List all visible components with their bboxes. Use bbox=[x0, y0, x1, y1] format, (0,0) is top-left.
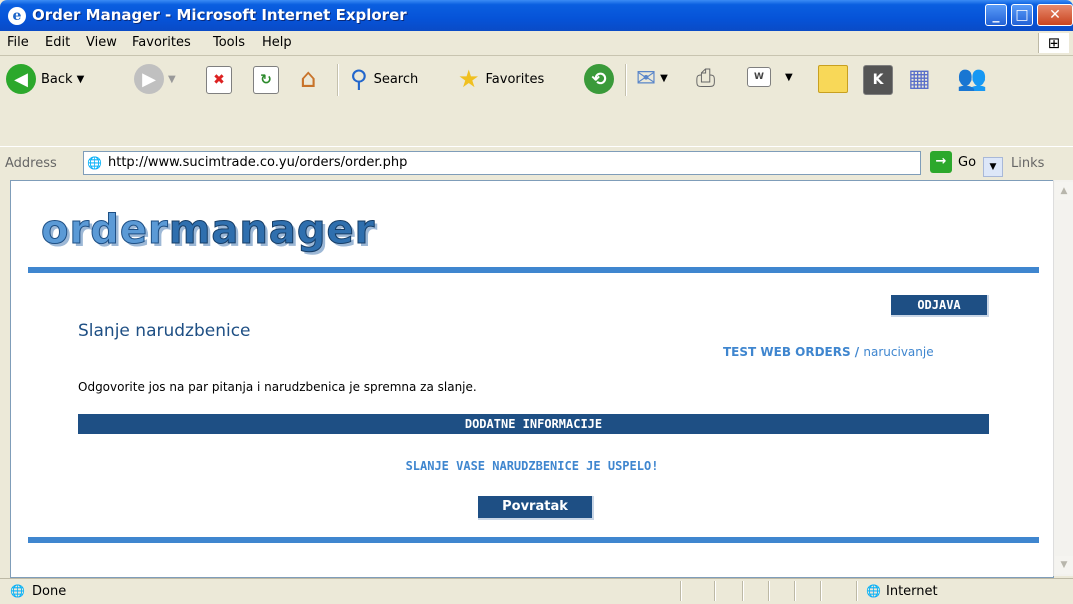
home-button[interactable]: ⌂ bbox=[300, 64, 317, 94]
address-input[interactable]: 🌐 http://www.sucimtrade.co.yu/orders/ord… bbox=[83, 151, 1003, 177]
users-button[interactable]: 👥 bbox=[957, 64, 987, 92]
printer-icon: ⎙ bbox=[696, 64, 716, 92]
k-icon: K bbox=[863, 65, 893, 95]
scroll-down-icon[interactable]: ▼ bbox=[1055, 556, 1073, 574]
stop-button[interactable]: ✖ bbox=[206, 66, 232, 94]
breadcrumb-main[interactable]: TEST WEB ORDERS / bbox=[723, 345, 859, 359]
links-button[interactable]: Links bbox=[1011, 156, 1044, 171]
history-icon: ⟲ bbox=[584, 64, 614, 94]
instruction-text: Odgovorite jos na par pitanja i narudzbe… bbox=[78, 380, 477, 394]
window-title: Order Manager - Microsoft Internet Explo… bbox=[32, 6, 407, 24]
history-button[interactable]: ⟲ bbox=[584, 64, 614, 94]
scroll-up-icon[interactable]: ▲ bbox=[1055, 182, 1073, 200]
go-button[interactable]: → Go bbox=[930, 151, 976, 173]
forward-arrow-icon: ▶ bbox=[134, 64, 164, 94]
breadcrumb-sub: narucivanje bbox=[863, 345, 934, 359]
menu-bar: File Edit View Favorites Tools Help ⊞ bbox=[0, 31, 1073, 56]
research-button[interactable]: ▦ bbox=[908, 64, 931, 92]
star-icon: ★ bbox=[458, 65, 480, 93]
home-icon: ⌂ bbox=[300, 64, 317, 94]
bottom-divider bbox=[28, 537, 1039, 543]
edit-button[interactable]: W ▼ bbox=[747, 67, 793, 87]
forward-button[interactable]: ▶ ▼ bbox=[134, 64, 176, 94]
discuss-button[interactable] bbox=[818, 65, 848, 93]
page-title: Slanje narudzbenice bbox=[78, 321, 251, 341]
messenger-button[interactable]: K bbox=[863, 65, 893, 95]
ordermanager-logo: ordermanager bbox=[41, 207, 376, 254]
search-icon: ⚲ bbox=[350, 65, 368, 93]
refresh-icon: ↻ bbox=[253, 66, 279, 94]
go-arrow-icon: → bbox=[930, 151, 952, 173]
address-bar: Address 🌐 http://www.sucimtrade.co.yu/or… bbox=[0, 146, 1073, 179]
mail-button[interactable]: ✉ ▼ bbox=[636, 64, 668, 92]
refresh-button[interactable]: ↻ bbox=[253, 66, 279, 94]
status-text: Done bbox=[32, 584, 67, 599]
section-header: DODATNE INFORMACIJE bbox=[78, 414, 989, 434]
users-icon: 👥 bbox=[957, 64, 987, 92]
favorites-button[interactable]: ★ Favorites bbox=[458, 65, 544, 93]
print-button[interactable]: ⎙ bbox=[696, 64, 715, 92]
chevron-down-icon: ▼ bbox=[785, 71, 793, 83]
go-label: Go bbox=[958, 154, 977, 170]
breadcrumb: TEST WEB ORDERS / narucivanje bbox=[723, 345, 934, 359]
page-viewport: ordermanager ODJAVA Slanje narudzbenice … bbox=[10, 180, 1054, 578]
chevron-down-icon: ▼ bbox=[76, 73, 85, 85]
back-link-button[interactable]: Povratak bbox=[478, 496, 594, 520]
back-label: Back bbox=[41, 71, 73, 87]
vertical-scrollbar[interactable]: ▲ ▼ bbox=[1053, 180, 1073, 576]
ie-icon: e bbox=[8, 7, 26, 25]
top-divider bbox=[28, 267, 1039, 273]
back-arrow-icon: ◀ bbox=[6, 64, 36, 94]
close-button[interactable]: ✕ bbox=[1037, 4, 1073, 26]
toolbar: ◀ Back ▼ ▶ ▼ ✖ ↻ ⌂ ⚲ Search ★ Favorites … bbox=[0, 56, 1073, 146]
windows-logo-icon: ⊞ bbox=[1038, 33, 1069, 53]
page-icon: 🌐 bbox=[10, 584, 25, 598]
title-bar: e Order Manager - Microsoft Internet Exp… bbox=[0, 0, 1073, 31]
chevron-down-icon: ▼ bbox=[660, 72, 668, 84]
status-bar: 🌐 Done 🌐 Internet bbox=[0, 578, 1073, 604]
address-label: Address bbox=[5, 156, 57, 171]
back-button[interactable]: ◀ Back ▼ bbox=[6, 64, 84, 94]
menu-help[interactable]: Help bbox=[262, 35, 292, 50]
address-url: http://www.sucimtrade.co.yu/orders/order… bbox=[108, 155, 408, 170]
note-icon bbox=[818, 65, 848, 93]
page-icon: 🌐 bbox=[87, 156, 102, 170]
security-zone: Internet bbox=[886, 584, 938, 599]
stop-icon: ✖ bbox=[206, 66, 232, 94]
research-icon: ▦ bbox=[908, 64, 931, 92]
menu-edit[interactable]: Edit bbox=[45, 35, 70, 50]
menu-view[interactable]: View bbox=[86, 35, 117, 50]
menu-file[interactable]: File bbox=[7, 35, 29, 50]
mail-icon: ✉ bbox=[636, 64, 657, 92]
favorites-label: Favorites bbox=[485, 71, 545, 87]
chevron-down-icon: ▼ bbox=[168, 73, 176, 85]
menu-tools[interactable]: Tools bbox=[213, 35, 245, 50]
search-button[interactable]: ⚲ Search bbox=[350, 65, 418, 93]
logout-button[interactable]: ODJAVA bbox=[891, 295, 989, 317]
minimize-button[interactable]: _ bbox=[985, 4, 1007, 26]
success-message: SLANJE VASE NARUDZBENICE JE USPELO! bbox=[405, 459, 659, 473]
menu-favorites[interactable]: Favorites bbox=[132, 35, 191, 50]
address-dropdown[interactable]: ▼ bbox=[983, 157, 1003, 177]
search-label: Search bbox=[373, 71, 419, 87]
word-icon: W bbox=[747, 67, 771, 87]
maximize-button[interactable]: □ bbox=[1011, 4, 1033, 26]
globe-icon: 🌐 bbox=[866, 584, 881, 598]
